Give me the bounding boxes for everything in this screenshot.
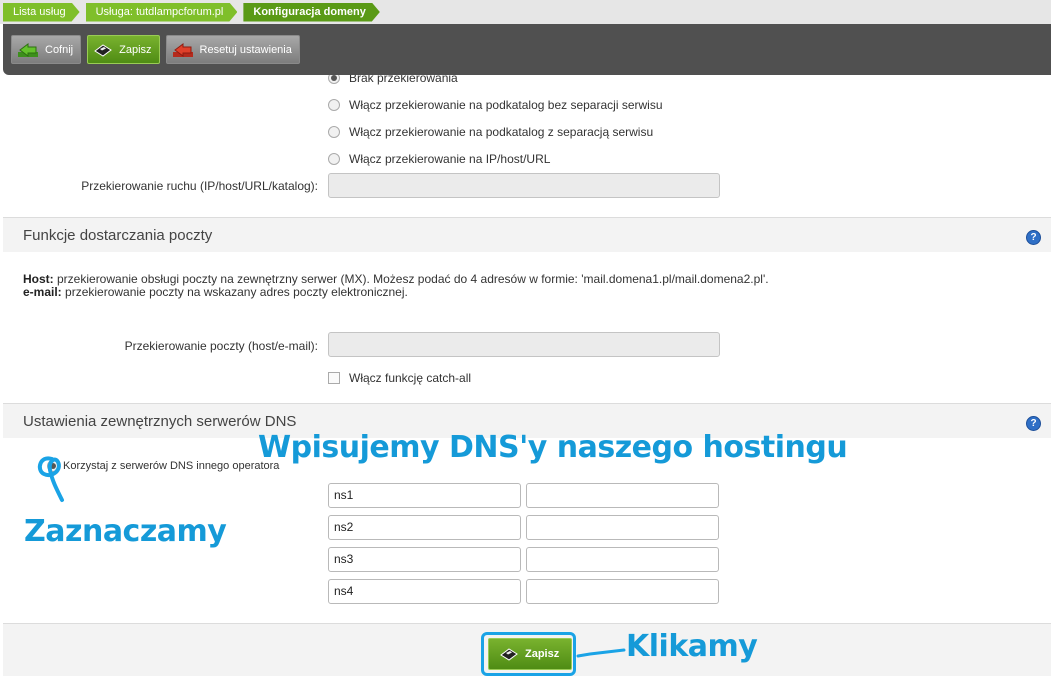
annotation-arrow-line <box>576 648 626 658</box>
annotation-strokes <box>37 456 626 658</box>
annotation-circle-stroke <box>37 456 64 502</box>
